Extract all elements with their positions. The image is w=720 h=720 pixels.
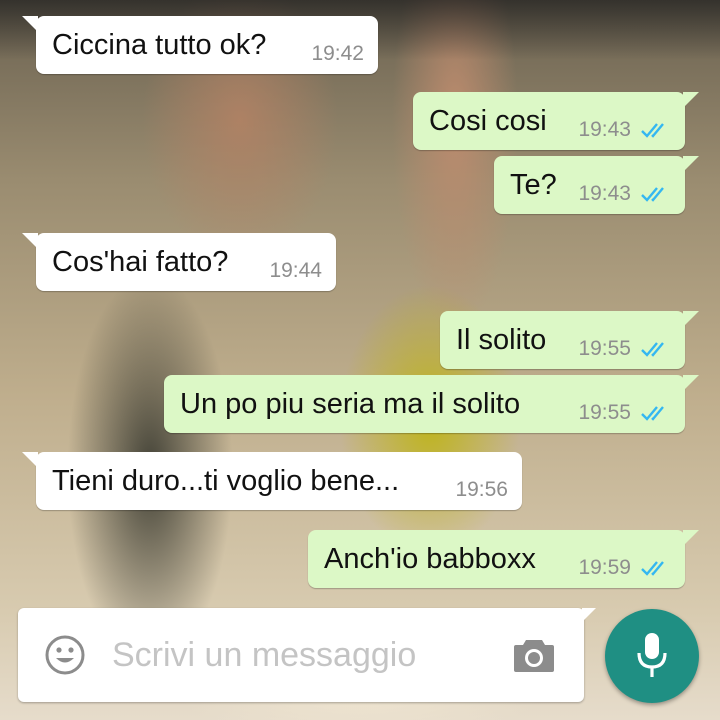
message-text: Un po piu seria ma il solito — [180, 388, 521, 420]
read-receipt-icon — [641, 406, 664, 421]
message-outgoing[interactable]: Anch'io babboxx 19:59 — [308, 530, 699, 588]
read-receipt-icon — [641, 123, 664, 138]
message-incoming[interactable]: Ciccina tutto ok? 19:42 — [22, 16, 378, 74]
message-outgoing[interactable]: Te? 19:43 — [494, 156, 699, 214]
message-time: 19:43 — [578, 182, 631, 205]
mic-icon — [637, 633, 667, 677]
message-time: 19:55 — [578, 401, 631, 424]
message-composer — [18, 608, 596, 702]
message-time: 19:44 — [269, 259, 322, 282]
message-incoming[interactable]: Cos'hai fatto? 19:44 — [22, 233, 336, 291]
read-receipt-icon — [641, 342, 664, 357]
read-receipt-icon — [641, 187, 664, 202]
message-text: Te? — [510, 169, 557, 201]
message-time: 19:56 — [455, 478, 508, 501]
message-time: 19:59 — [578, 556, 631, 579]
message-outgoing[interactable]: Il solito 19:55 — [440, 311, 699, 369]
read-receipt-icon — [641, 561, 664, 576]
camera-icon[interactable] — [512, 636, 556, 674]
message-time: 19:55 — [578, 337, 631, 360]
voice-record-button[interactable] — [605, 609, 699, 703]
message-incoming[interactable]: Tieni duro...ti voglio bene... 19:56 — [22, 452, 522, 510]
message-time: 19:42 — [311, 42, 364, 65]
message-text: Tieni duro...ti voglio bene... — [52, 465, 400, 497]
message-outgoing[interactable]: Cosi cosi 19:43 — [413, 92, 699, 150]
message-time: 19:43 — [578, 118, 631, 141]
emoji-icon[interactable] — [44, 634, 86, 676]
message-text: Ciccina tutto ok? — [52, 29, 267, 61]
message-text: Anch'io babboxx — [324, 543, 536, 575]
message-input[interactable] — [112, 632, 492, 678]
message-text: Cos'hai fatto? — [52, 246, 229, 278]
message-text: Cosi cosi — [429, 105, 547, 137]
message-outgoing[interactable]: Un po piu seria ma il solito 19:55 — [164, 375, 699, 433]
message-text: Il solito — [456, 324, 547, 356]
